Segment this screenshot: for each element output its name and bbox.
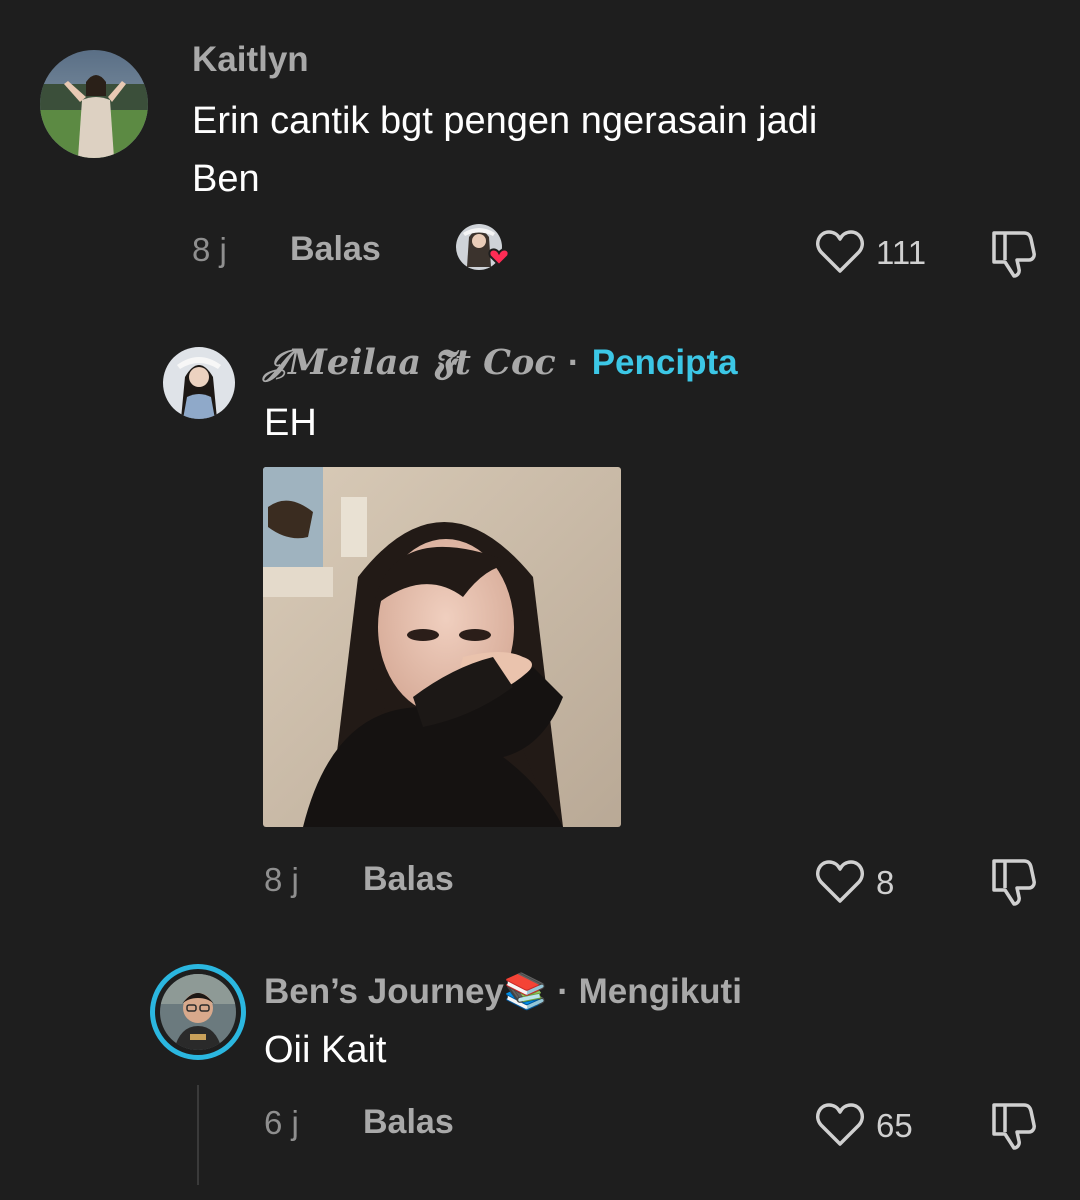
avatar-meilaa[interactable] bbox=[163, 347, 235, 419]
comment-text: Erin cantik bgt pengen ngerasain jadi Be… bbox=[192, 92, 1042, 208]
dislike-icon[interactable] bbox=[988, 856, 1040, 906]
separator: · bbox=[567, 343, 580, 382]
avatar-ben-story-ring[interactable] bbox=[150, 964, 246, 1060]
reply-photo[interactable] bbox=[263, 467, 621, 827]
creator-liked-icon bbox=[455, 223, 517, 273]
reply-text: EH bbox=[264, 402, 317, 444]
comment-text-line: Erin cantik bgt pengen ngerasain jadi bbox=[192, 100, 818, 142]
reply-button[interactable]: Balas bbox=[290, 230, 381, 269]
reply-button[interactable]: Balas bbox=[363, 860, 454, 899]
reply-username-text[interactable]: Ben’s Journey📚 bbox=[264, 972, 547, 1011]
reply-username[interactable]: Ben’s Journey📚 · Mengikuti bbox=[264, 971, 742, 1012]
reply-username-text[interactable]: 𝒥Meilaa 𝕱t Coc bbox=[264, 342, 556, 383]
reply-text: Oii Kait bbox=[264, 1029, 387, 1071]
reply-time: 8 j bbox=[264, 861, 299, 898]
like-count: 8 bbox=[876, 864, 895, 901]
dislike-icon[interactable] bbox=[988, 1100, 1040, 1150]
heart-outline-icon[interactable] bbox=[815, 859, 865, 905]
reply-button[interactable]: Balas bbox=[363, 1103, 454, 1142]
thread-line bbox=[197, 1085, 199, 1185]
like-count: 65 bbox=[876, 1107, 913, 1144]
dislike-icon[interactable] bbox=[988, 228, 1040, 278]
like-count: 111 bbox=[876, 234, 927, 271]
comment-username[interactable]: Kaitlyn bbox=[192, 40, 309, 80]
comment-text-line: Ben bbox=[192, 158, 260, 200]
avatar-kaitlyn[interactable] bbox=[40, 50, 148, 158]
following-badge: Mengikuti bbox=[578, 972, 742, 1011]
reply-time: 6 j bbox=[264, 1104, 299, 1141]
creator-badge: Pencipta bbox=[591, 343, 738, 382]
separator: · bbox=[557, 972, 569, 1011]
avatar-ben bbox=[160, 974, 236, 1050]
comment-time: 8 j bbox=[192, 231, 227, 268]
heart-outline-icon[interactable] bbox=[815, 229, 865, 275]
heart-outline-icon[interactable] bbox=[815, 1102, 865, 1148]
reply-username[interactable]: 𝒥Meilaa 𝕱t Coc · Pencipta bbox=[264, 342, 738, 383]
